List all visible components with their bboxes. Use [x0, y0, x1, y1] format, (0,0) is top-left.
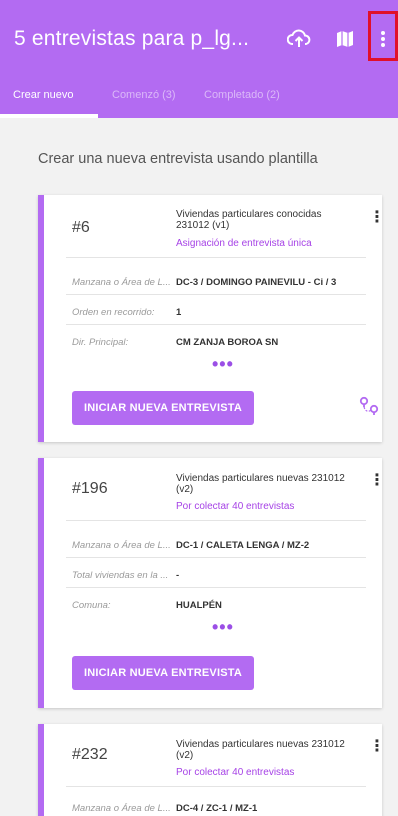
section-heading: Crear una nueva entrevista usando planti…: [38, 151, 318, 167]
map-icon[interactable]: [332, 26, 358, 52]
divider: [66, 520, 366, 521]
card-template-name: Viviendas particulares conocidas 231012 …: [176, 209, 322, 231]
field-value: HUALPÉN: [176, 600, 222, 611]
show-more-button[interactable]: •••: [212, 355, 234, 373]
card-template-name: Viviendas particulares nuevas 231012 (v2…: [176, 739, 345, 761]
divider: [66, 587, 366, 588]
app-bar: 5 entrevistas para p_lg...: [0, 0, 398, 76]
location-pin-icon[interactable]: [358, 395, 380, 422]
field-label: Comuna:: [72, 600, 111, 611]
card-number: #6: [72, 219, 90, 236]
template-card: #232 Viviendas particulares nuevas 23101…: [38, 724, 385, 816]
divider: [66, 257, 366, 258]
page-title: 5 entrevistas para p_lg...: [14, 27, 250, 50]
tab-comenzo[interactable]: Comenzó (3): [112, 89, 176, 101]
field-value: DC-3 / DOMINGO PAINEVILU - Ci / 3: [176, 277, 337, 288]
divider: [66, 557, 366, 558]
divider: [66, 294, 366, 295]
field-value: DC-1 / CALETA LENGA / MZ-2: [176, 540, 310, 551]
card-status: Por colectar 40 entrevistas: [176, 767, 295, 778]
field-value: -: [176, 570, 180, 581]
start-interview-button[interactable]: INICIAR NUEVA ENTREVISTA: [72, 391, 254, 425]
tab-indicator: [0, 114, 98, 118]
tab-completado[interactable]: Completado (2): [204, 89, 280, 101]
card-number: #196: [72, 480, 108, 497]
menu-highlight-box: [368, 11, 398, 61]
field-value: 1: [176, 307, 182, 318]
field-label: Total viviendas en la ...: [72, 570, 169, 581]
card-menu-icon[interactable]: ⋮: [369, 210, 385, 226]
start-interview-button[interactable]: INICIAR NUEVA ENTREVISTA: [72, 656, 254, 690]
field-value: DC-4 / ZC-1 / MZ-1: [176, 803, 258, 814]
card-status: Por colectar 40 entrevistas: [176, 501, 295, 512]
field-label: Manzana o Área de L...: [72, 277, 171, 288]
tab-crear-nuevo[interactable]: Crear nuevo: [13, 89, 74, 101]
card-status: Asignación de entrevista única: [176, 238, 312, 249]
show-more-button[interactable]: •••: [212, 618, 234, 636]
template-card: #196 Viviendas particulares nuevas 23101…: [38, 458, 385, 708]
template-card: #6 Viviendas particulares conocidas 2310…: [38, 195, 385, 442]
divider: [66, 324, 366, 325]
card-number: #232: [72, 746, 108, 763]
card-menu-icon[interactable]: ⋮: [369, 473, 385, 489]
field-label: Orden en recorrido:: [72, 307, 155, 318]
field-label: Manzana o Área de L...: [72, 803, 171, 814]
field-value: CM ZANJA BOROA SN: [176, 337, 279, 348]
tab-bar: Crear nuevo Comenzó (3) Completado (2): [0, 76, 398, 118]
field-label: Manzana o Área de L...: [72, 540, 171, 551]
divider: [66, 786, 366, 787]
card-template-name: Viviendas particulares nuevas 231012 (v2…: [176, 473, 345, 495]
card-menu-icon[interactable]: ⋮: [369, 739, 385, 755]
cloud-sync-icon[interactable]: [286, 26, 312, 52]
field-label: Dir. Principal:: [72, 337, 129, 348]
